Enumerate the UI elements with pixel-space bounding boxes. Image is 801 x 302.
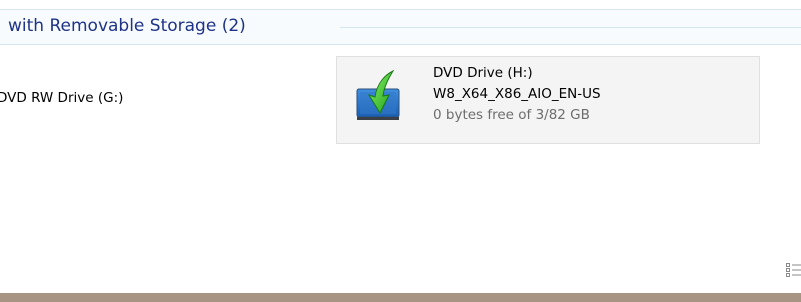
status-bar [0,293,801,302]
drive-item-dvd-h[interactable]: DVD Drive (H:) W8_X64_X86_AIO_EN-US 0 by… [336,56,760,144]
dvd-drive-icon [355,69,411,125]
explorer-window: with Removable Storage (2) DVD RW Drive … [0,0,801,302]
group-title[interactable]: with Removable Storage (2) [8,16,256,36]
volume-label: W8_X64_X86_AIO_EN-US [433,86,601,102]
details-view-icon[interactable] [786,262,801,277]
free-space-text: 0 bytes free of 3/82 GB [433,107,590,123]
group-divider [340,27,801,28]
drive-name: DVD Drive (H:) [433,65,533,81]
group-header[interactable]: with Removable Storage (2) [0,9,801,45]
drive-details: DVD Drive (H:) W8_X64_X86_AIO_EN-US 0 by… [433,63,601,126]
drive-name: DVD RW Drive (G:) [0,90,124,106]
